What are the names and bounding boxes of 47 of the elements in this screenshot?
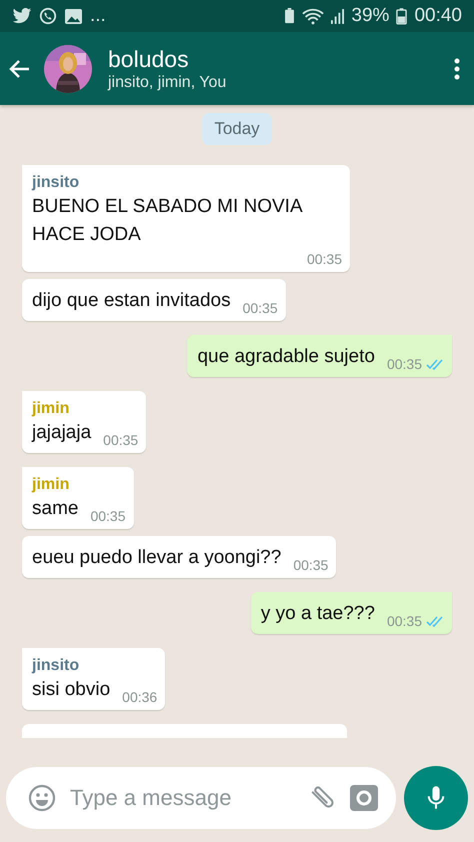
- smiley-icon[interactable]: [28, 784, 56, 812]
- date-chip: Today: [202, 113, 272, 145]
- message-bubble[interactable]: jinsito BUENO EL SABADO MI NOVIA HACE JODA 00:35: [22, 165, 350, 272]
- wifi-icon: [302, 8, 324, 24]
- message-time: 00:35: [103, 432, 138, 448]
- message-text: BUENO EL SABADO MI NOVIA HACE JODA: [32, 195, 304, 247]
- message-bubble[interactable]: jimin same 00:35: [22, 467, 134, 529]
- message-bubble[interactable]: dijo que estan invitados 00:35: [22, 279, 286, 321]
- sender-name: jimin: [32, 399, 70, 419]
- battery-percent: 39%: [351, 5, 390, 27]
- group-members: jinsito, jimin, You: [108, 72, 226, 92]
- message-bubble[interactable]: que agradable sujeto 00:35: [187, 335, 452, 377]
- message-text: que agradable sujeto: [197, 345, 375, 369]
- message-bubble[interactable]: jimin jajajaja 00:35: [22, 391, 146, 453]
- notification-ellipsis: ...: [90, 5, 106, 27]
- camera-icon[interactable]: [350, 785, 378, 811]
- battery-saver-icon: [284, 8, 296, 24]
- message-text: sisi obvio: [32, 678, 110, 702]
- message-time: 00:36: [122, 689, 158, 705]
- message-time: 00:35: [386, 613, 422, 629]
- message-input[interactable]: Type a message: [68, 784, 296, 812]
- sender-name: jinsito: [32, 173, 80, 193]
- group-name[interactable]: boludos: [108, 44, 189, 72]
- message-field[interactable]: Type a message: [6, 767, 396, 829]
- sender-name: jinsito: [32, 656, 80, 676]
- message-bubble[interactable]: y yo a tae??? 00:35: [250, 592, 452, 634]
- image-icon: [64, 8, 83, 24]
- message-bubble[interactable]: eueu puedo llevar a yoongi?? 00:35: [22, 536, 336, 578]
- message-text: jajajaja: [32, 421, 92, 445]
- message-text: same: [32, 497, 78, 521]
- message-time: 00:35: [90, 508, 126, 524]
- message-text: y yo a tae???: [260, 602, 375, 626]
- message-time: 00:35: [293, 557, 328, 573]
- battery-icon: [396, 8, 408, 24]
- sender-name: jimin: [32, 475, 70, 495]
- bird-icon: [12, 8, 32, 24]
- message-time: 00:35: [306, 251, 342, 267]
- clock-time: 00:40: [414, 5, 462, 27]
- phone-bubble-icon: [39, 7, 57, 25]
- message-bubble[interactable]: jinsito sisi obvio 00:36: [22, 648, 166, 710]
- signal-icon: [331, 8, 344, 24]
- more-options-icon[interactable]: [454, 56, 460, 80]
- message-text: eueu puedo llevar a yoongi??: [32, 546, 282, 570]
- microphone-icon: [427, 785, 445, 811]
- message-time: 00:35: [242, 300, 278, 316]
- message-time: 00:35: [386, 356, 422, 372]
- message-text: dijo que estan invitados: [32, 289, 231, 313]
